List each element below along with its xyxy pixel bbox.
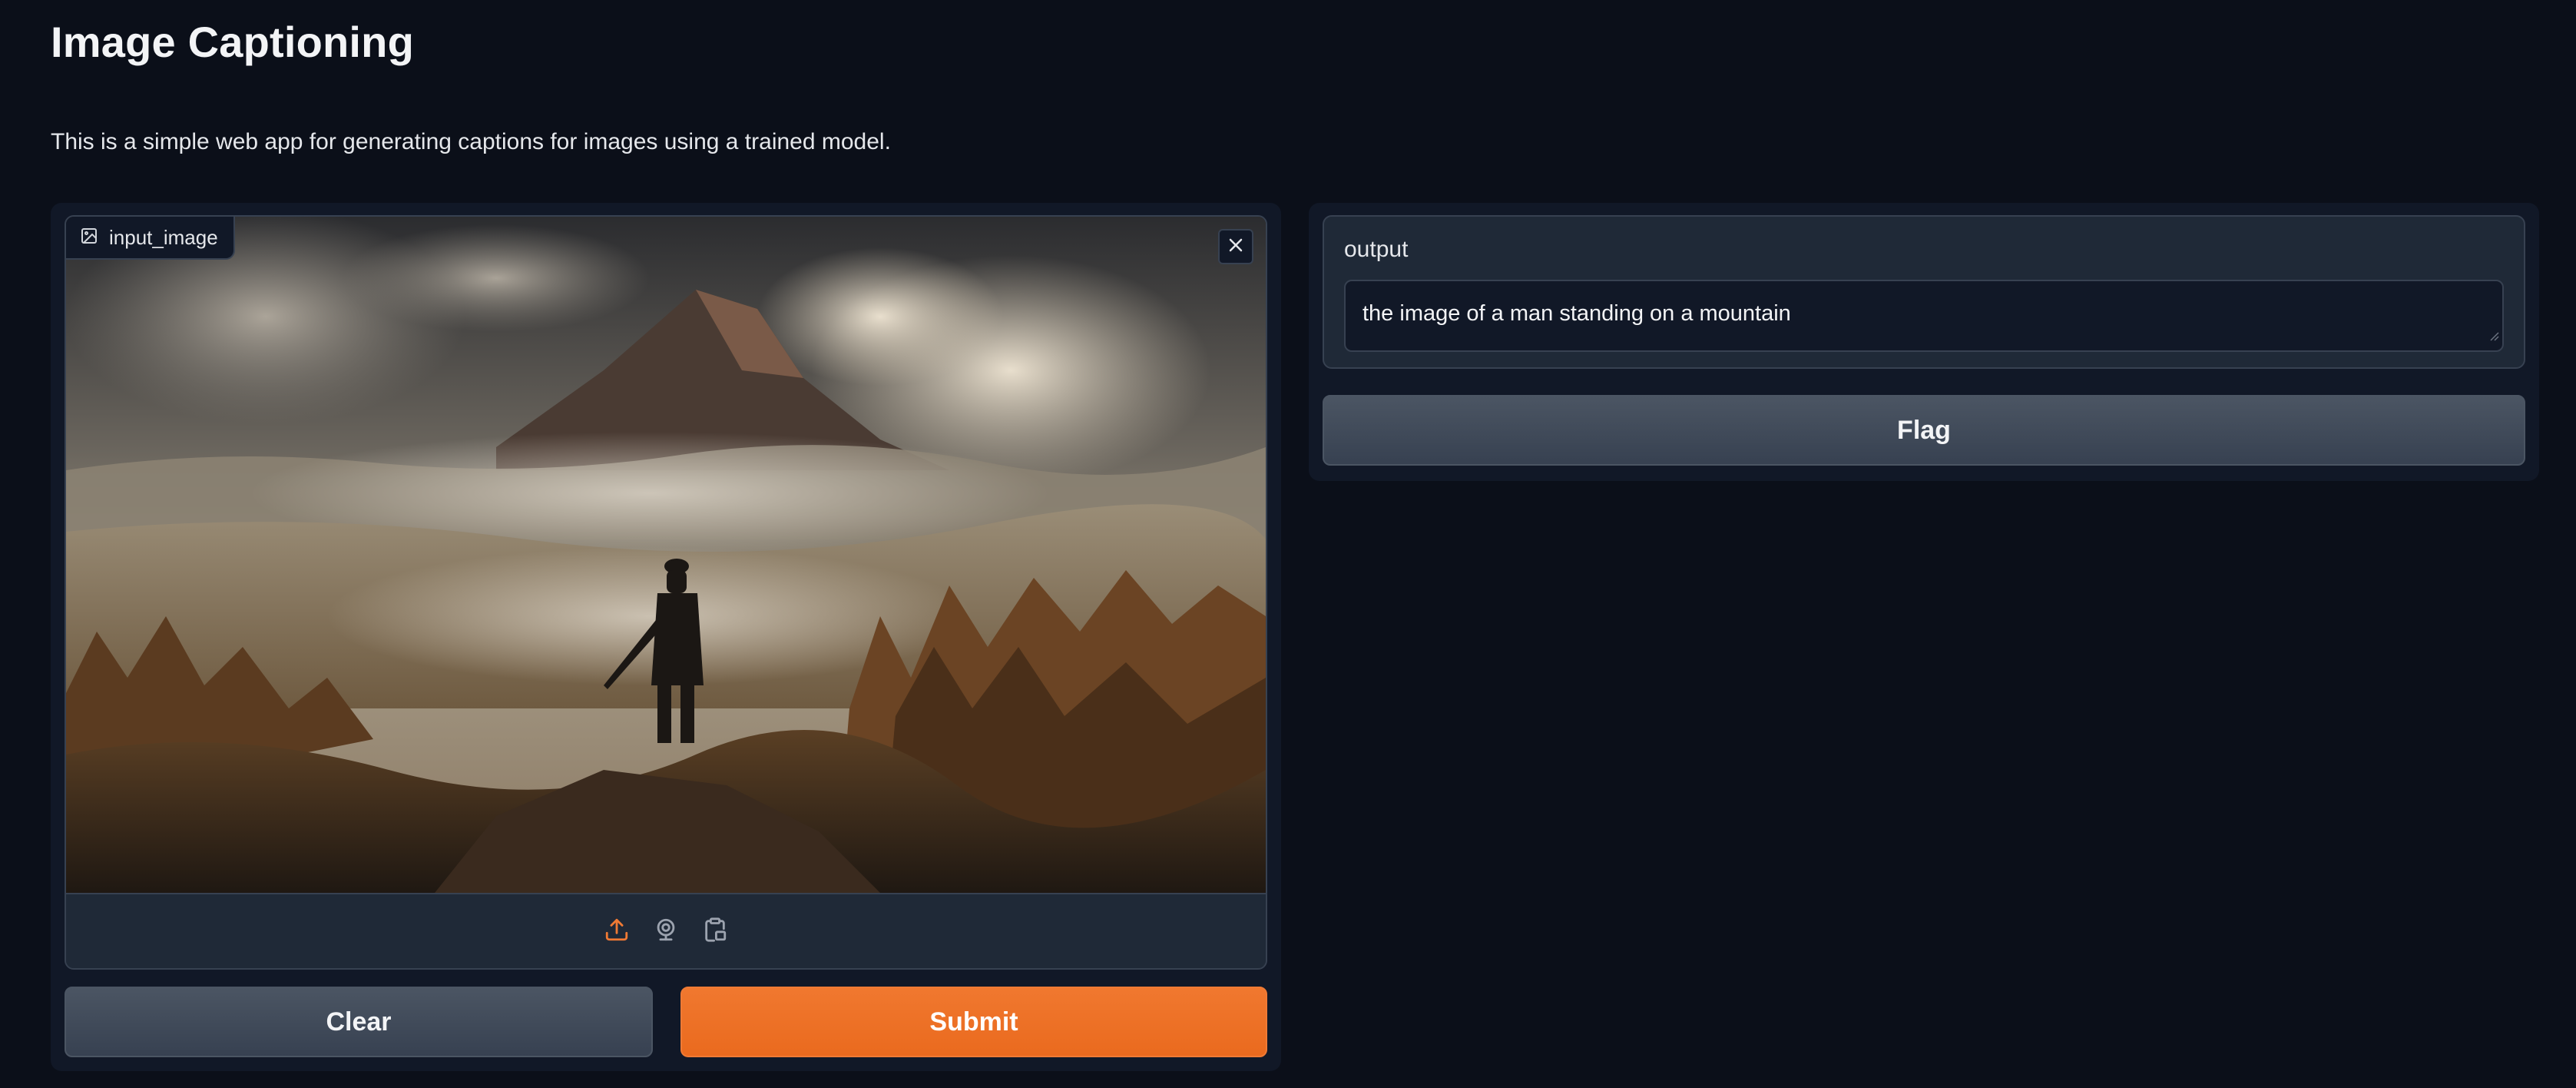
upload-icon — [604, 917, 630, 947]
uploaded-image — [66, 217, 1266, 893]
submit-button[interactable]: Submit — [680, 987, 1267, 1057]
output-text: the image of a man standing on a mountai… — [1362, 301, 1791, 326]
output-textbox[interactable]: the image of a man standing on a mountai… — [1344, 280, 2504, 352]
flag-button[interactable]: Flag — [1323, 395, 2525, 466]
page-title: Image Captioning — [51, 18, 414, 66]
app-description: This is a simple web app for generating … — [51, 129, 891, 154]
webcam-icon — [653, 917, 679, 947]
image-source-toolbar — [66, 893, 1266, 968]
upload-source-button[interactable] — [602, 917, 631, 946]
clear-button[interactable]: Clear — [65, 987, 653, 1057]
output-panel: output the image of a man standing on a … — [1309, 203, 2539, 481]
close-icon — [1227, 236, 1245, 258]
clipboard-source-button[interactable] — [700, 917, 730, 946]
image-input-label-text: input_image — [109, 225, 218, 249]
image-icon — [80, 227, 98, 249]
image-input[interactable]: input_image — [65, 215, 1267, 970]
remove-image-button[interactable] — [1218, 229, 1253, 264]
app-root: Image Captioning This is a simple web ap… — [0, 0, 2576, 1088]
input-panel: input_image Clear Submit — [51, 203, 1281, 1071]
output-label: output — [1344, 237, 1409, 262]
image-input-label: input_image — [66, 217, 235, 260]
clipboard-icon — [702, 917, 728, 947]
output-block: output the image of a man standing on a … — [1323, 215, 2525, 369]
resize-handle-icon[interactable] — [2488, 322, 2499, 347]
webcam-source-button[interactable] — [651, 917, 680, 946]
